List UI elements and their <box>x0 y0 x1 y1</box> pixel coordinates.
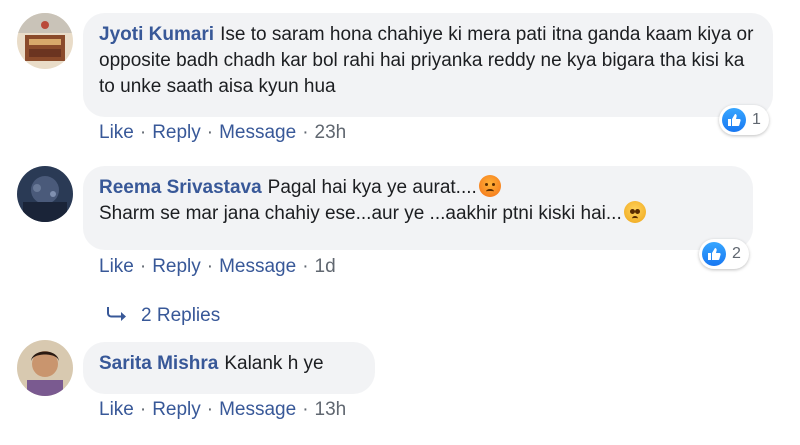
separator: · <box>302 256 309 277</box>
separator: · <box>302 122 309 143</box>
comment-text-line-2: Sharm se mar jana chahiy ese...aur ye ..… <box>99 203 622 224</box>
separator: · <box>139 399 147 420</box>
message-link[interactable]: Message <box>219 256 296 277</box>
comment-author[interactable]: Reema Srivastava <box>99 177 262 198</box>
comment-author[interactable]: Sarita Mishra <box>99 353 218 374</box>
like-reaction-icon <box>702 242 726 266</box>
avatar[interactable] <box>17 340 73 396</box>
separator: · <box>206 399 214 420</box>
comment-bubble: Jyoti Kumari Ise to saram hona chahiye ki… <box>83 13 773 117</box>
avatar[interactable] <box>17 166 73 222</box>
comment-bubble: Sarita Mishra Kalank h ye <box>83 342 375 394</box>
reply-link[interactable]: Reply <box>152 122 201 143</box>
reply-link[interactable]: Reply <box>152 399 201 420</box>
comment-bubble: Reema Srivastava Pagal hai kya ye aurat..… <box>83 166 753 250</box>
comment-text: Kalank h ye <box>224 353 324 374</box>
view-replies-link[interactable]: 2 Replies <box>107 305 220 327</box>
avatar[interactable] <box>17 13 73 69</box>
comment-actions: Like · Reply · Message · 23h <box>99 122 346 144</box>
message-link[interactable]: Message <box>219 122 296 143</box>
reaction-count-badge[interactable]: 2 <box>699 239 749 269</box>
like-link[interactable]: Like <box>99 256 134 277</box>
comment-text-line-1: Pagal hai kya ye aurat.... <box>267 177 477 198</box>
separator: · <box>302 399 309 420</box>
reaction-count-badge[interactable]: 1 <box>719 105 769 135</box>
reaction-count: 2 <box>732 245 741 262</box>
timestamp[interactable]: 13h <box>315 399 347 420</box>
timestamp[interactable]: 23h <box>315 122 347 143</box>
timestamp[interactable]: 1d <box>315 256 336 277</box>
comment-actions: Like · Reply · Message · 1d <box>99 256 336 278</box>
like-link[interactable]: Like <box>99 122 134 143</box>
like-link[interactable]: Like <box>99 399 134 420</box>
like-reaction-icon <box>722 108 746 132</box>
separator: · <box>139 256 147 277</box>
separator: · <box>206 256 214 277</box>
angry-face-emoji-icon <box>478 175 501 197</box>
replies-label[interactable]: 2 Replies <box>141 305 220 326</box>
comment-actions: Like · Reply · Message · 13h <box>99 399 346 421</box>
separator: · <box>206 122 214 143</box>
reply-link[interactable]: Reply <box>152 256 201 277</box>
reaction-count: 1 <box>752 111 761 128</box>
separator: · <box>139 122 147 143</box>
comment-author[interactable]: Jyoti Kumari <box>99 24 214 45</box>
reply-arrow-icon <box>107 305 127 327</box>
pleading-face-emoji-icon <box>623 201 646 223</box>
message-link[interactable]: Message <box>219 399 296 420</box>
